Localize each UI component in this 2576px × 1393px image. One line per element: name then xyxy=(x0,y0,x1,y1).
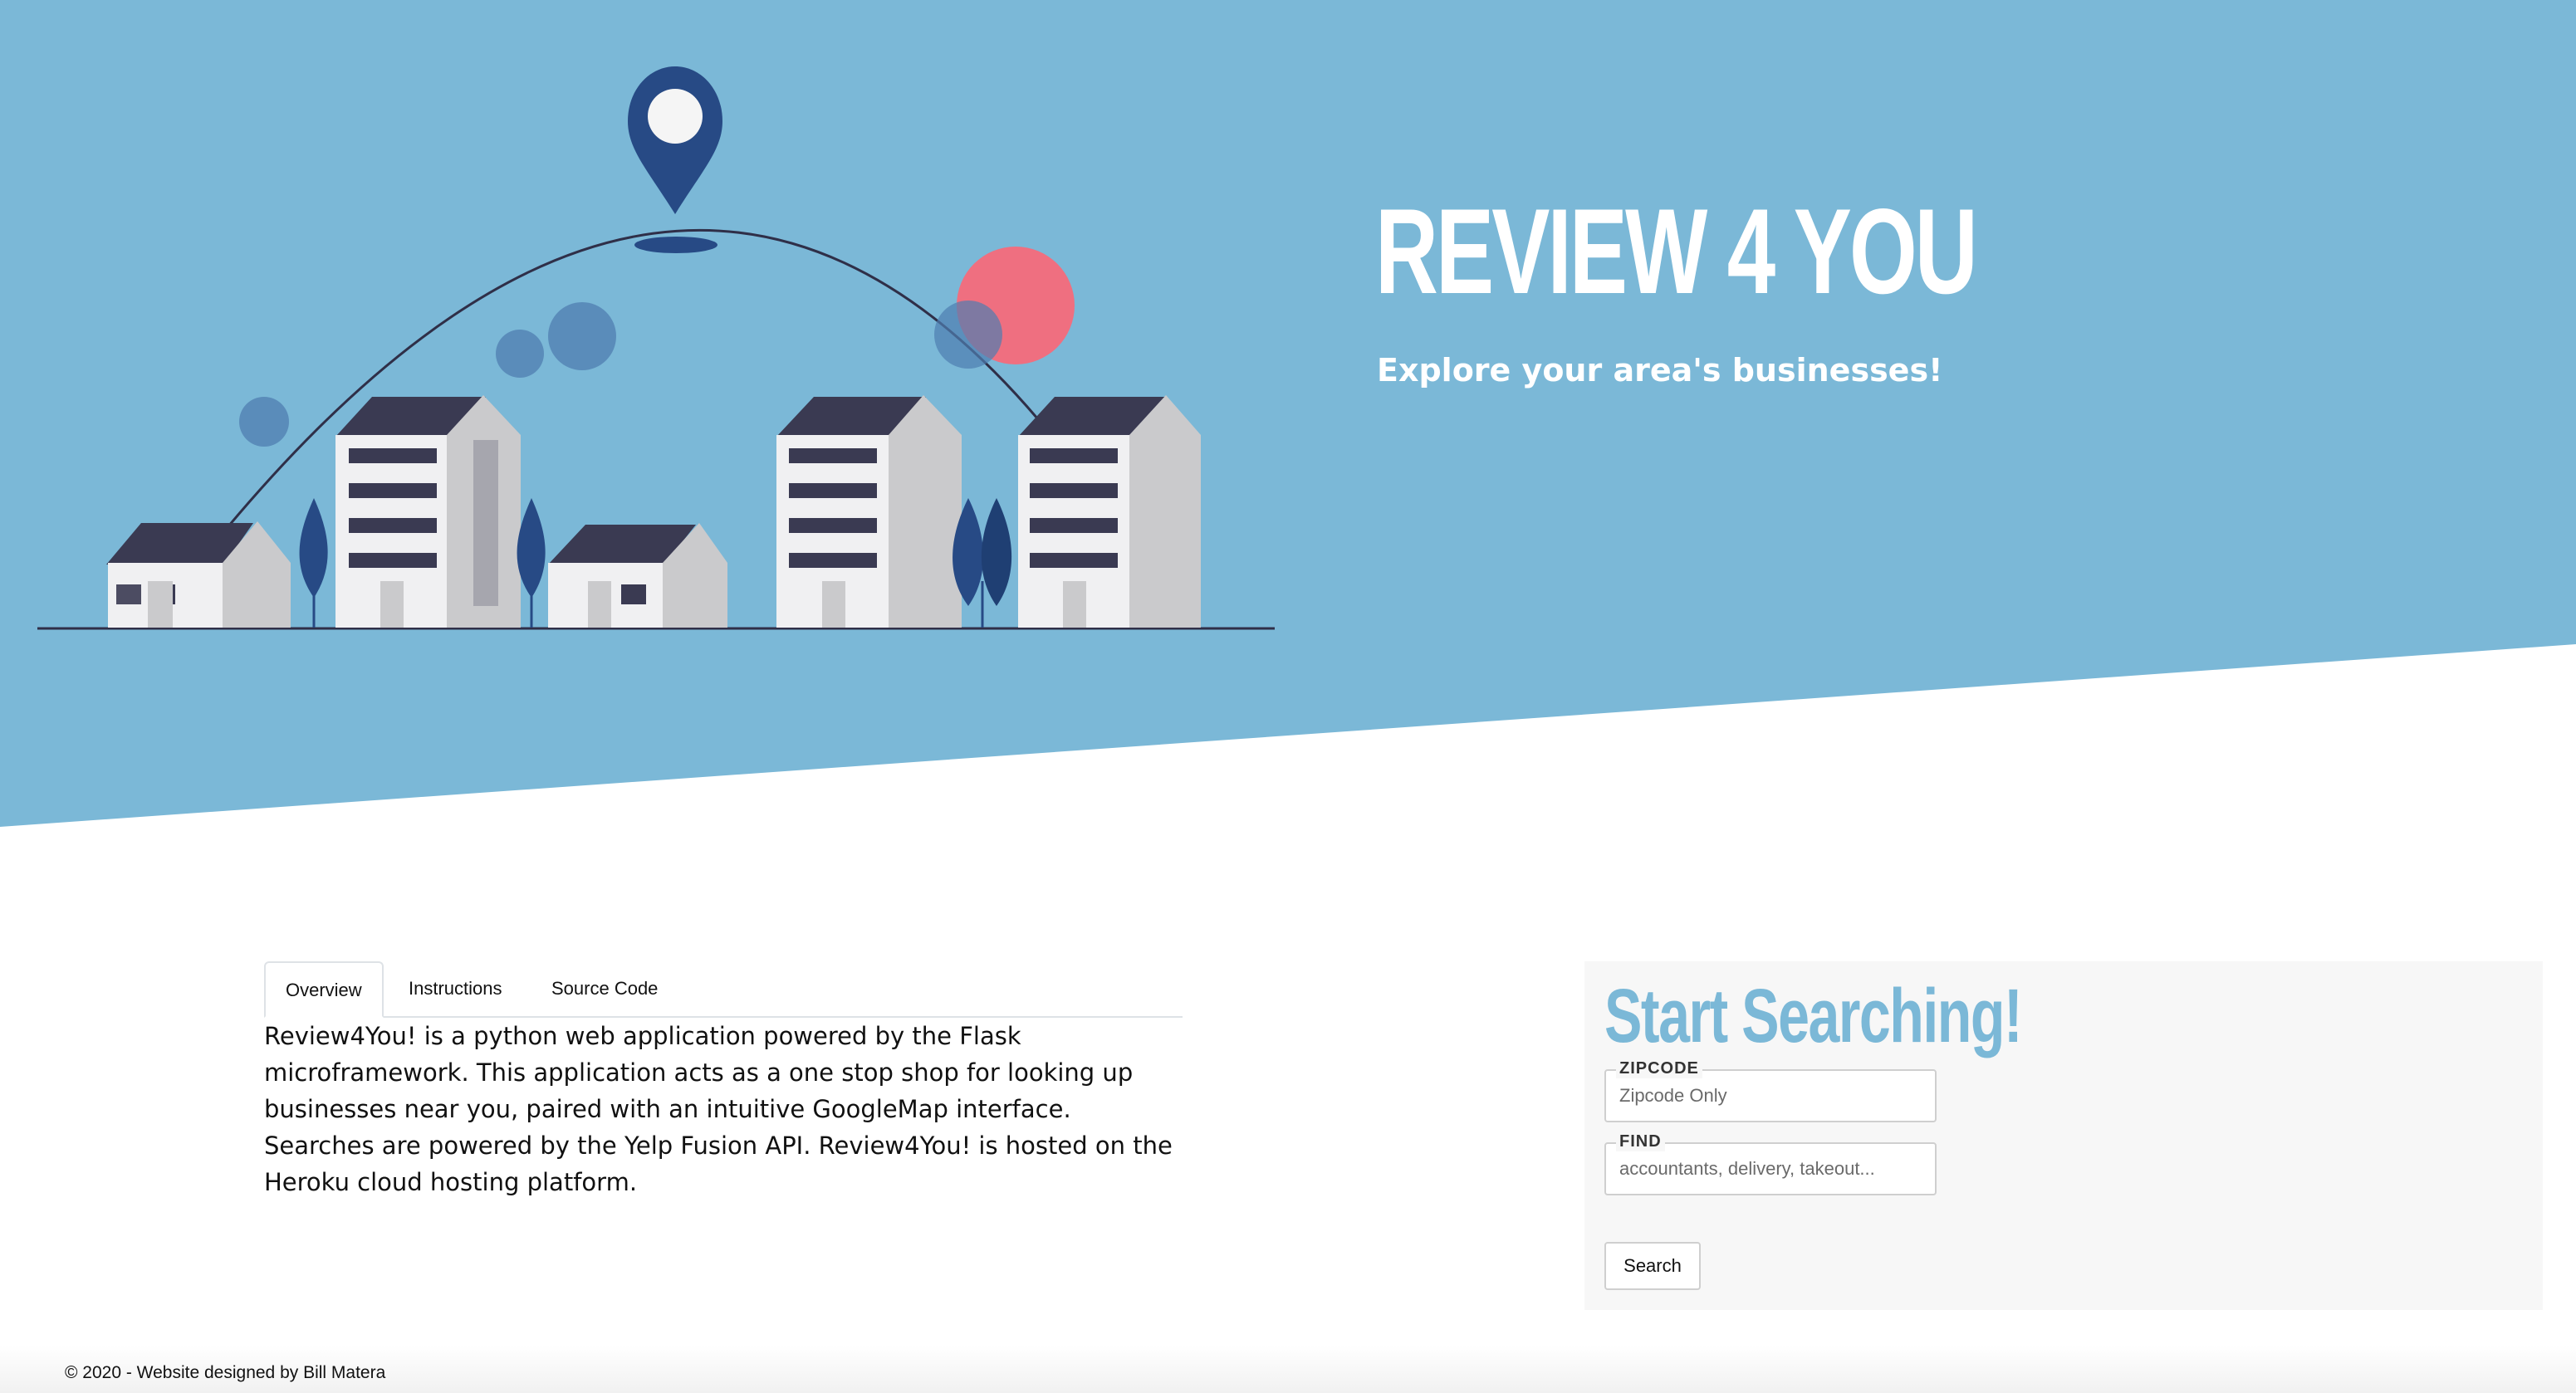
tab-overview[interactable]: Overview xyxy=(264,961,384,1018)
apartment-building xyxy=(335,395,521,628)
search-button[interactable]: Search xyxy=(1604,1242,1701,1290)
footer-copyright: © 2020 - Website designed by Bill Matera xyxy=(65,1363,386,1382)
house-building xyxy=(106,521,291,628)
apartment-building xyxy=(1018,395,1201,628)
bubble-circle xyxy=(496,330,544,378)
overview-text-part: Review4You! is a python web application … xyxy=(264,1022,960,1050)
info-tabs: Overview Instructions Source Code xyxy=(264,961,1183,1018)
bubble-circle xyxy=(239,397,289,447)
yelp-api-link[interactable]: Yelp Fusion API xyxy=(624,1132,803,1160)
find-label: FIND xyxy=(1616,1132,1665,1151)
footer: © 2020 - Website designed by Bill Matera xyxy=(0,1345,2576,1393)
map-pin-icon xyxy=(628,66,722,253)
bubble-circle xyxy=(934,301,1002,369)
zipcode-label: ZIPCODE xyxy=(1616,1059,1702,1078)
search-title: Start Searching! xyxy=(1604,974,2023,1058)
bubble-circle xyxy=(548,302,616,370)
tab-instructions[interactable]: Instructions xyxy=(389,961,522,1016)
tab-source-code[interactable]: Source Code xyxy=(531,961,678,1016)
city-illustration xyxy=(37,66,1275,630)
apartment-building xyxy=(776,395,962,628)
search-panel: Start Searching! ZIPCODE FIND Search xyxy=(1584,961,2543,1310)
site-subtitle: Explore your area's businesses! xyxy=(1377,352,1943,389)
house-building xyxy=(548,523,727,628)
site-title: REVIEW 4 YOU xyxy=(1375,183,1978,319)
overview-description: Review4You! is a python web application … xyxy=(264,1018,1186,1200)
googlemap-link[interactable]: GoogleMap interface xyxy=(812,1095,1063,1123)
